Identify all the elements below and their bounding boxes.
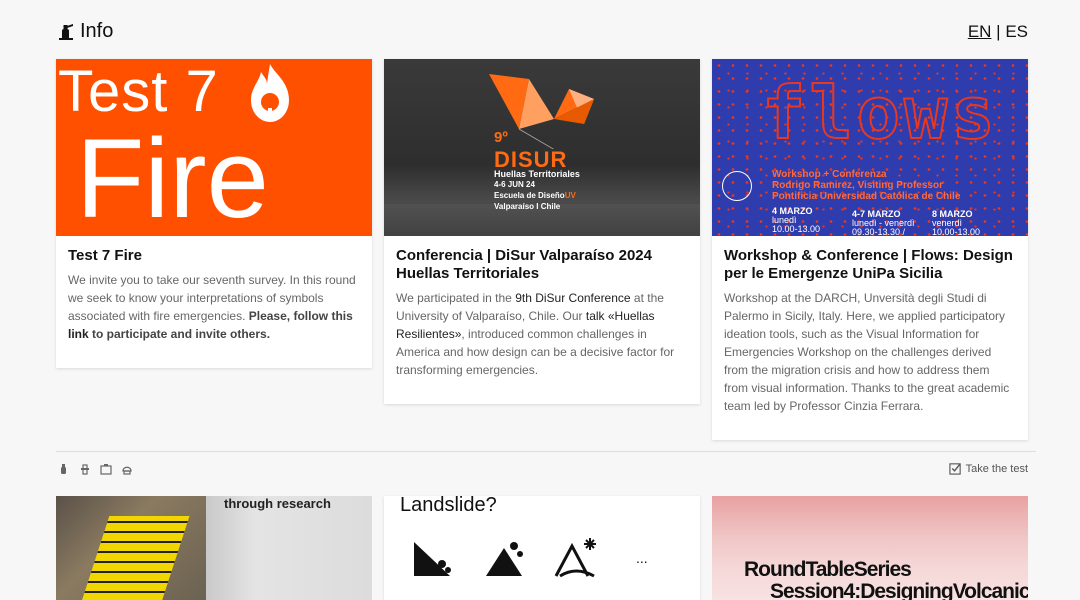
university-seal (722, 171, 752, 201)
landslide-symbol-1-icon (414, 542, 451, 576)
language-switcher: EN | ES (968, 22, 1028, 42)
page-title: Info (80, 20, 114, 42)
bottom-card-roundtable[interactable]: RoundTableSeries Session4:DesigningVolca… (712, 496, 1028, 600)
poster-line2: Rodrigo Ramirez, Visiting Professor (772, 180, 943, 191)
card-title[interactable]: Test 7 Fire (68, 247, 360, 265)
landslide-symbol-3-icon (554, 538, 596, 578)
roundtable-line1: RoundTableSeries (744, 558, 912, 581)
card-title[interactable]: Conferencia | DiSur Valparaíso 2024 Huel… (396, 247, 688, 283)
lang-es-link[interactable]: ES (1005, 22, 1028, 41)
disur-conference-link[interactable]: 9th DiSur Conference (515, 291, 630, 305)
card-description: Workshop at the DARCH, Unversità degli S… (724, 291, 1010, 413)
bottom-card-research[interactable]: through research (56, 496, 372, 600)
book-page (206, 496, 372, 600)
section-divider (56, 451, 1036, 452)
bottom-card-landslide[interactable]: Landslide? ... (384, 496, 700, 600)
extinguisher-icon[interactable] (58, 462, 70, 474)
poster-date: 4-6 JUN 24 (494, 180, 535, 189)
survey-link[interactable]: link (68, 327, 89, 341)
poster-school: Escuela de DiseñoUV (494, 191, 576, 200)
home-link[interactable]: Info (58, 20, 113, 43)
poster-date2: 4-7 MARZO lunedì - venerdì 09.30-13.30 / (852, 209, 915, 237)
card-description: We invite you to take our seventh survey… (68, 273, 356, 341)
take-test-button[interactable]: Take the test (948, 462, 1028, 475)
poster-date1: 4 MARZO lunedì 10.00-13.00 (772, 206, 821, 234)
test7-fire-image[interactable]: Test 7 Fire (56, 59, 372, 236)
lang-separator: | (991, 22, 1006, 41)
hydrant-icon[interactable] (79, 462, 91, 475)
lang-en-link[interactable]: EN (968, 22, 992, 41)
poster-line1: Workshop + Conferenza (772, 169, 887, 180)
flows-word: flows (761, 70, 999, 156)
extinguisher-logo-icon (59, 23, 73, 40)
flows-poster-image[interactable]: flows Workshop + Conferenza Rodrigo Rami… (712, 59, 1028, 236)
news-card-test7[interactable]: Test 7 Fire Test 7 Fire We invite you to… (56, 59, 372, 368)
disur-poster-image[interactable]: 9º DISUR Huellas Territoriales 4-6 JUN 2… (384, 59, 700, 236)
poster-date3: 8 MARZO venerdì 10.00-13.00 (932, 209, 981, 237)
more-symbols-ellipsis: ... (636, 550, 648, 566)
top-bar: Info EN | ES (0, 0, 1080, 58)
fire-icon (251, 64, 289, 122)
roundtable-line2: Session4:DesigningVolcanic (770, 580, 1028, 600)
card-description: We participated in the 9th DiSur Confere… (396, 291, 675, 377)
helmet-icon[interactable] (121, 462, 133, 475)
first-aid-kit-icon[interactable] (100, 462, 112, 475)
poster-city: Valparaíso I Chile (494, 202, 561, 211)
news-card-disur[interactable]: 9º DISUR Huellas Territoriales 4-6 JUN 2… (384, 59, 700, 404)
card-title[interactable]: Workshop & Conference | Flows: Design pe… (724, 247, 1016, 283)
landslide-symbol-2-icon (486, 542, 523, 576)
poster-line3: Pontificia Universidad Católica de Chile (772, 191, 961, 202)
category-icons (58, 462, 133, 475)
news-card-flows[interactable]: flows Workshop + Conferenza Rodrigo Rami… (712, 59, 1028, 440)
take-test-label: Take the test (965, 462, 1028, 475)
image-title-line2: Fire (76, 116, 269, 236)
poster-number: 9º (494, 129, 508, 146)
poster-subtitle: Huellas Territoriales (494, 169, 580, 179)
book-heading: through research (224, 496, 331, 511)
checkbox-icon (948, 463, 961, 475)
landslide-title: Landslide? (400, 496, 497, 516)
